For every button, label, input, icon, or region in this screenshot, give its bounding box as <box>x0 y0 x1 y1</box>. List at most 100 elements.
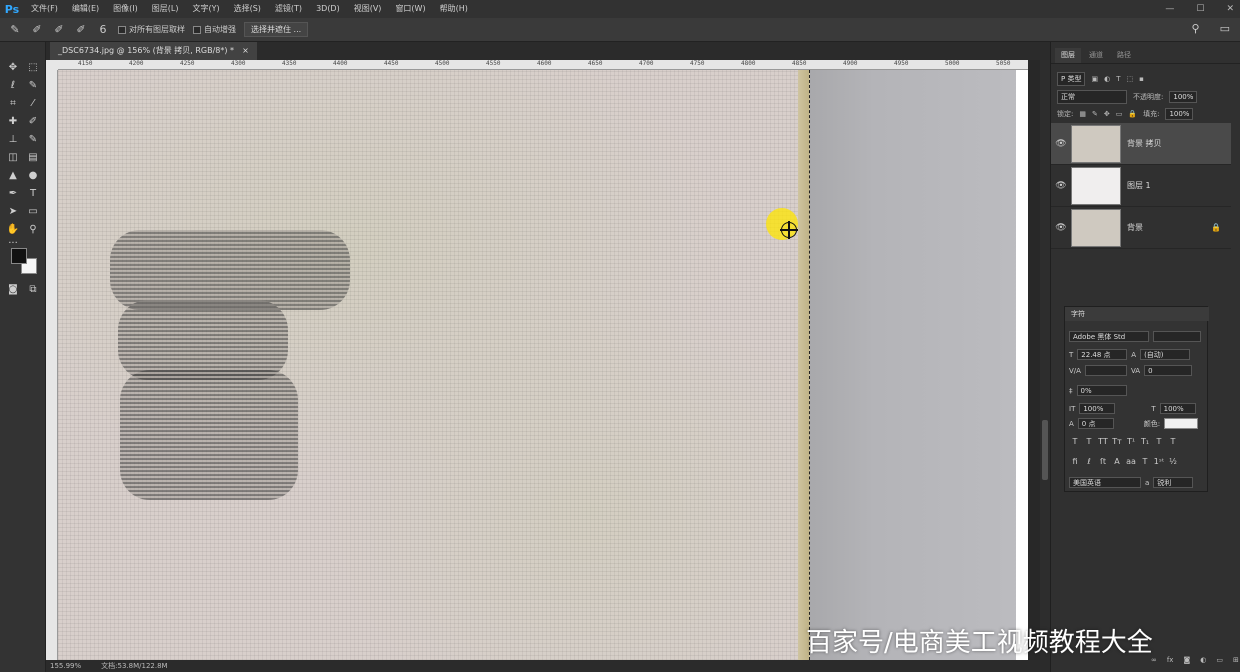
quick-select-tool-icon[interactable]: ✎ <box>8 23 22 37</box>
lock-transparent-icon[interactable]: ▦ <box>1079 110 1086 118</box>
fill-input[interactable]: 100% <box>1165 108 1194 120</box>
tab-paths[interactable]: 路径 <box>1111 48 1137 63</box>
menu-help[interactable]: 帮助(H) <box>433 0 475 18</box>
add-selection-icon[interactable]: ✐ <box>52 23 66 37</box>
menu-image[interactable]: 图像(I) <box>106 0 145 18</box>
font-style-select[interactable] <box>1153 331 1201 342</box>
lock-artboard-icon[interactable]: ▭ <box>1116 110 1123 118</box>
layer-row[interactable]: 👁 图层 1 <box>1051 165 1231 207</box>
search-icon[interactable]: ⚲ <box>1192 22 1200 35</box>
select-and-mask-button[interactable]: 选择并遮住 ... <box>244 22 309 37</box>
eye-icon[interactable]: 👁 <box>1051 139 1071 149</box>
character-panel-title[interactable]: 字符 <box>1065 307 1209 321</box>
clone-stamp-tool-icon[interactable]: ⊥ <box>6 132 20 146</box>
filter-adjust-icon[interactable]: ◐ <box>1104 75 1110 83</box>
move-tool-icon[interactable]: ✥ <box>6 60 20 74</box>
superscript-button[interactable]: T¹ <box>1125 437 1137 446</box>
screen-mode-icon[interactable]: ⧉ <box>26 282 40 296</box>
ligature-button[interactable]: fi <box>1069 457 1081 466</box>
filter-shape-icon[interactable]: ⬚ <box>1126 75 1133 83</box>
swash-button[interactable]: ſt <box>1097 457 1109 466</box>
checkbox-box[interactable] <box>118 25 126 34</box>
ruler-origin[interactable] <box>46 60 58 70</box>
layer-filter-select[interactable]: P 类型 <box>1057 72 1086 86</box>
ordinals-button[interactable]: 1ˢᵗ <box>1153 457 1165 466</box>
foreground-color-swatch[interactable] <box>11 248 27 264</box>
lock-all-icon[interactable]: 🔒 <box>1128 110 1137 118</box>
gradient-tool-icon[interactable]: ▤ <box>26 150 40 164</box>
vertical-scrollbar[interactable] <box>1040 60 1050 660</box>
lasso-tool-icon[interactable]: ℓ <box>6 78 20 92</box>
sample-all-layers-checkbox[interactable]: 对所有图层取样 <box>118 24 185 35</box>
document-tab[interactable]: _DSC6734.jpg @ 156% (背景 拷贝, RGB/8*) * × <box>50 42 257 60</box>
crop-tool-icon[interactable]: ⌗ <box>6 96 20 110</box>
eraser-tool-icon[interactable]: ◫ <box>6 150 20 164</box>
filter-smart-icon[interactable]: ▪ <box>1139 75 1144 83</box>
eyedropper-tool-icon[interactable]: ⁄ <box>26 96 40 110</box>
eye-icon[interactable]: 👁 <box>1051 181 1071 191</box>
quick-mask-icon[interactable]: ◙ <box>6 282 20 296</box>
filter-type-icon[interactable]: T <box>1116 75 1120 83</box>
stylistic-button[interactable]: A <box>1111 457 1123 466</box>
menu-view[interactable]: 视图(V) <box>347 0 389 18</box>
tracking-input[interactable]: 0 <box>1144 365 1193 376</box>
zoom-level[interactable]: 155.99% <box>50 662 81 670</box>
language-select[interactable]: 美国英语 <box>1069 477 1141 488</box>
vertical-scale-input[interactable]: 100% <box>1079 403 1116 414</box>
document-canvas[interactable] <box>58 70 1028 660</box>
antialias-select[interactable]: 锐利 <box>1153 477 1194 488</box>
menu-window[interactable]: 窗口(W) <box>388 0 432 18</box>
quick-selection-tool-icon[interactable]: ✎ <box>26 78 40 92</box>
auto-enhance-checkbox[interactable]: 自动增强 <box>193 24 236 35</box>
ordinal-button[interactable]: T <box>1139 457 1151 466</box>
menu-type[interactable]: 文字(Y) <box>185 0 226 18</box>
subscript-button[interactable]: T₁ <box>1139 437 1151 446</box>
brush-tool-icon[interactable]: ✐ <box>26 114 40 128</box>
titling-button[interactable]: aa <box>1125 457 1137 466</box>
layer-name[interactable]: 背景 <box>1127 222 1143 233</box>
adjustment-layer-icon[interactable]: ◐ <box>1200 656 1206 664</box>
text-color-swatch[interactable] <box>1164 418 1199 429</box>
new-layer-icon[interactable]: ⊞ <box>1233 656 1239 664</box>
new-selection-icon[interactable]: ✐ <box>30 23 44 37</box>
eye-icon[interactable]: 👁 <box>1051 223 1071 233</box>
blur-tool-icon[interactable]: ▲ <box>6 168 20 182</box>
faux-italic-button[interactable]: T <box>1083 437 1095 446</box>
workspace-icon[interactable]: ▭ <box>1220 22 1230 35</box>
pen-tool-icon[interactable]: ✒ <box>6 186 20 200</box>
tab-layers[interactable]: 图层 <box>1055 48 1081 63</box>
layer-name[interactable]: 图层 1 <box>1127 180 1151 191</box>
close-icon[interactable]: ✕ <box>1226 4 1234 14</box>
brush-size-picker[interactable]: 6 <box>96 23 110 37</box>
strikethrough-button[interactable]: T <box>1167 437 1179 446</box>
horizontal-ruler[interactable]: 4150 4200 4250 4300 4350 4400 4450 4500 4550 4600… <box>58 60 1028 70</box>
menu-layer[interactable]: 图层(L) <box>145 0 186 18</box>
horizontal-scale-input[interactable]: 100% <box>1159 403 1196 414</box>
all-caps-button[interactable]: TT <box>1097 437 1109 446</box>
menu-filter[interactable]: 滤镜(T) <box>268 0 309 18</box>
path-selection-tool-icon[interactable]: ➤ <box>6 204 20 218</box>
lock-position-icon[interactable]: ✥ <box>1104 110 1110 118</box>
type-tool-icon[interactable]: T <box>26 186 40 200</box>
minimize-icon[interactable]: — <box>1165 4 1174 14</box>
layer-row[interactable]: 👁 背景 🔒 <box>1051 207 1231 249</box>
layer-style-icon[interactable]: fx <box>1167 656 1174 664</box>
baseline-input[interactable]: 0 点 <box>1077 418 1114 429</box>
subtract-selection-icon[interactable]: ✐ <box>74 23 88 37</box>
rectangle-tool-icon[interactable]: ▭ <box>26 204 40 218</box>
discretionary-ligature-button[interactable]: ℓ <box>1083 457 1095 466</box>
add-mask-icon[interactable]: ◙ <box>1183 656 1190 664</box>
font-size-input[interactable]: 22.48 点 <box>1077 349 1128 360</box>
menu-3d[interactable]: 3D(D) <box>309 0 347 18</box>
menu-select[interactable]: 选择(S) <box>227 0 268 18</box>
menu-file[interactable]: 文件(F) <box>24 0 65 18</box>
zoom-tool-icon[interactable]: ⚲ <box>26 222 40 236</box>
lock-pixels-icon[interactable]: ✎ <box>1092 110 1098 118</box>
checkbox-box[interactable] <box>193 25 201 34</box>
leading-input[interactable]: (自动) <box>1140 349 1191 360</box>
scrollbar-thumb[interactable] <box>1042 420 1048 480</box>
maximize-icon[interactable]: ☐ <box>1196 4 1204 14</box>
hand-tool-icon[interactable]: ✋ <box>6 222 20 236</box>
fractions-button[interactable]: ½ <box>1167 457 1179 466</box>
layer-name[interactable]: 背景 拷贝 <box>1127 138 1162 149</box>
